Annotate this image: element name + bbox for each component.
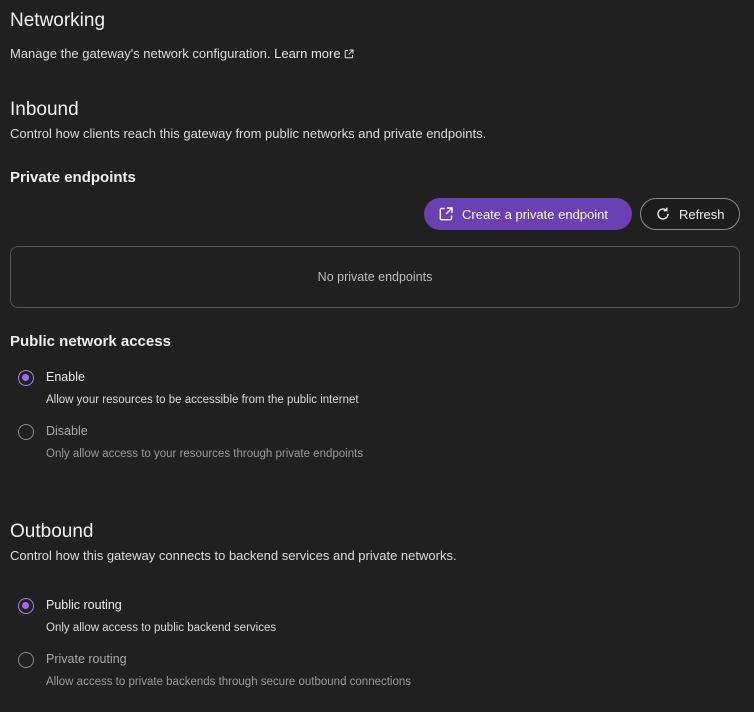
- refresh-button[interactable]: Refresh: [640, 198, 740, 230]
- public-network-access-title: Public network access: [10, 333, 171, 350]
- public-routing-description: Only allow access to public backend serv…: [46, 622, 277, 634]
- enable-description: Allow your resources to be accessible fr…: [46, 394, 359, 406]
- empty-state-text: No private endpoints: [317, 270, 433, 284]
- inbound-description: Control how clients reach this gateway f…: [10, 126, 487, 141]
- radio-public-routing[interactable]: [18, 598, 34, 614]
- disable-description: Only allow access to your resources thro…: [46, 448, 364, 460]
- create-private-endpoint-button[interactable]: Create a private endpoint: [424, 198, 632, 230]
- private-endpoints-empty-state: No private endpoints: [10, 246, 740, 308]
- refresh-icon: [657, 207, 669, 220]
- disable-label[interactable]: Disable: [46, 424, 88, 438]
- private-routing-label[interactable]: Private routing: [46, 652, 127, 666]
- outbound-description: Control how this gateway connects to bac…: [10, 548, 457, 563]
- radio-enable[interactable]: [18, 370, 34, 386]
- radio-private-routing[interactable]: [18, 652, 34, 668]
- outbound-title: Outbound: [10, 521, 94, 542]
- networking-title: Networking: [10, 10, 106, 31]
- private-endpoints-title: Private endpoints: [10, 169, 136, 186]
- public-routing-label[interactable]: Public routing: [46, 598, 122, 612]
- inbound-title: Inbound: [10, 99, 79, 120]
- networking-description-text: Manage the gateway's network configurati…: [10, 46, 271, 61]
- enable-label[interactable]: Enable: [46, 370, 85, 384]
- create-private-endpoint-label: Create a private endpoint: [462, 206, 608, 222]
- refresh-label: Refresh: [679, 206, 725, 222]
- private-routing-description: Allow access to private backends through…: [46, 676, 412, 688]
- networking-description: Manage the gateway's network configurati…: [10, 46, 354, 61]
- external-link-icon: [344, 49, 354, 59]
- external-link-icon: [439, 207, 453, 221]
- radio-disable[interactable]: [18, 424, 34, 440]
- learn-more-link[interactable]: Learn more: [274, 46, 354, 61]
